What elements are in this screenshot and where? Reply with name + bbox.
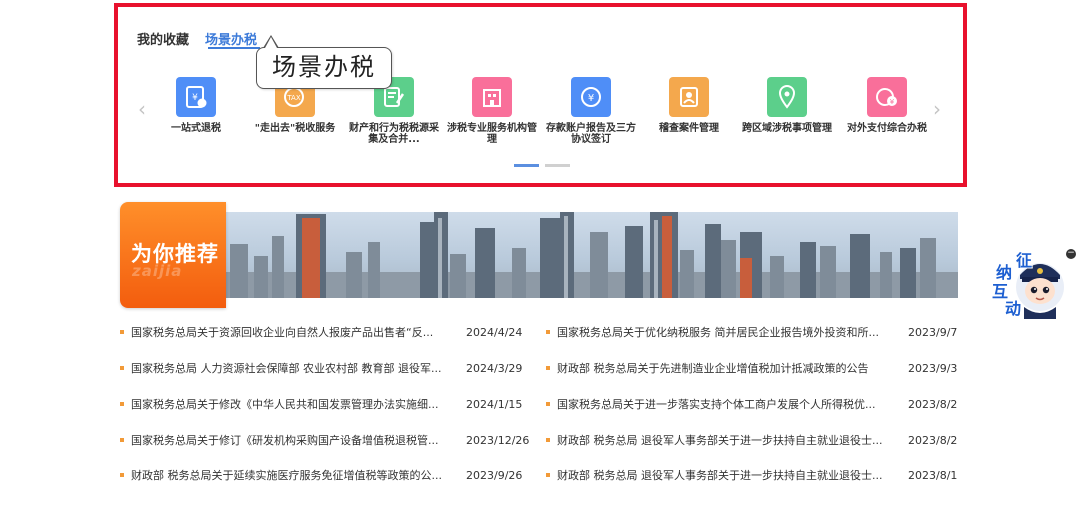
scene-item-label: 一站式退税 bbox=[171, 123, 221, 134]
news-date: 2023/9/7 bbox=[908, 326, 958, 339]
news-item[interactable]: 财政部 税务总局 退役军人事务部关于进一步扶持自主就业退役士... 2023/8/… bbox=[546, 432, 978, 450]
scene-item-8[interactable]: ¥ 对外支付综合办税 bbox=[835, 77, 939, 134]
scene-tax-panel: 我的收藏 场景办税 ‹ › ¥ 一站式退税 TAX "走出去"税收服务 财产和行为税税源… bbox=[114, 3, 967, 187]
carousel-dot-2[interactable] bbox=[545, 164, 570, 167]
case-management-icon bbox=[669, 77, 709, 117]
interaction-widget[interactable]: 征 纳 互 动 bbox=[992, 247, 1068, 319]
bullet-icon bbox=[546, 366, 550, 370]
news-date: 2024/3/29 bbox=[466, 362, 523, 375]
news-title[interactable]: 国家税务总局关于优化纳税服务 简并居民企业报告境外投资和所... bbox=[557, 324, 895, 341]
news-item[interactable]: 国家税务总局关于资源回收企业向自然人报废产品出售者“反... 2024/4/24 bbox=[120, 324, 536, 342]
tooltip-tail bbox=[263, 35, 279, 48]
news-item[interactable]: 财政部 税务总局 退役军人事务部关于进一步扶持自主就业退役士... 2023/8/… bbox=[546, 467, 978, 485]
widget-char-dong: 动 bbox=[1005, 299, 1022, 318]
news-title[interactable]: 财政部 税务总局关于先进制造业企业增值税加计抵减政策的公告 bbox=[557, 360, 895, 377]
tax-refund-icon: ¥ bbox=[176, 77, 216, 117]
news-title[interactable]: 国家税务总局关于资源回收企业向自然人报废产品出售者“反... bbox=[131, 324, 451, 341]
news-date: 2023/8/1 bbox=[908, 469, 958, 482]
tab-scene-tax[interactable]: 场景办税 bbox=[205, 29, 257, 48]
scene-item-5[interactable]: ¥ 存款账户报告及三方协议签订 bbox=[539, 77, 643, 145]
bullet-icon bbox=[546, 438, 550, 442]
news-date: 2024/1/15 bbox=[466, 398, 523, 411]
news-title[interactable]: 国家税务总局 人力资源社会保障部 农业农村部 教育部 退役军... bbox=[131, 360, 451, 377]
city-skyline-illustration bbox=[120, 212, 958, 298]
news-item[interactable]: 国家税务总局 人力资源社会保障部 农业农村部 教育部 退役军... 2024/3/… bbox=[120, 360, 536, 378]
news-title[interactable]: 财政部 税务总局 退役军人事务部关于进一步扶持自主就业退役士... bbox=[557, 432, 895, 449]
news-item[interactable]: 国家税务总局关于优化纳税服务 简并居民企业报告境外投资和所... 2023/9/7 bbox=[546, 324, 978, 342]
bullet-icon bbox=[546, 330, 550, 334]
news-date: 2023/9/3 bbox=[908, 362, 958, 375]
news-title[interactable]: 财政部 税务总局关于延续实施医疗服务免征增值税等政策的公... bbox=[131, 467, 451, 484]
svg-text:¥: ¥ bbox=[588, 93, 594, 104]
bullet-icon bbox=[120, 330, 124, 334]
active-tab-underline bbox=[208, 47, 260, 49]
building-icon bbox=[472, 77, 512, 117]
bullet-icon bbox=[120, 438, 124, 442]
scene-item-6[interactable]: 稽查案件管理 bbox=[637, 77, 741, 134]
widget-char-zheng: 征 bbox=[1016, 251, 1033, 270]
news-title[interactable]: 国家税务总局关于修订《研发机构采购国产设备增值税退税管... bbox=[131, 432, 451, 449]
location-icon bbox=[767, 77, 807, 117]
scene-item-label: "走出去"税收服务 bbox=[254, 123, 336, 134]
scene-item-label: 财产和行为税税源采集及合并... bbox=[349, 123, 439, 145]
news-date: 2024/4/24 bbox=[466, 326, 523, 339]
bullet-icon bbox=[120, 366, 124, 370]
news-date: 2023/9/26 bbox=[466, 469, 523, 482]
svg-text:TAX: TAX bbox=[286, 94, 301, 102]
news-item[interactable]: 财政部 税务总局关于先进制造业企业增值税加计抵减政策的公告 2023/9/3 bbox=[546, 360, 978, 378]
news-item[interactable]: 国家税务总局关于进一步落实支持个体工商户发展个人所得税优... 2023/8/2 bbox=[546, 396, 978, 414]
deposit-account-icon: ¥ bbox=[571, 77, 611, 117]
scene-item-label: 存款账户报告及三方协议签订 bbox=[546, 123, 636, 145]
news-title[interactable]: 国家税务总局关于修改《中华人民共和国发票管理办法实施细... bbox=[131, 396, 451, 413]
scene-item-label: 涉税专业服务机构管理 bbox=[447, 123, 537, 145]
bullet-icon bbox=[546, 473, 550, 477]
news-date: 2023/8/2 bbox=[908, 434, 958, 447]
bullet-icon bbox=[546, 402, 550, 406]
scene-item-7[interactable]: 跨区域涉税事项管理 bbox=[735, 77, 839, 134]
tooltip-text: 场景办税 bbox=[272, 53, 376, 81]
bullet-icon bbox=[120, 402, 124, 406]
scene-item-label: 稽查案件管理 bbox=[659, 123, 719, 134]
recommend-watermark: zaijia bbox=[132, 262, 183, 280]
foreign-payment-icon: ¥ bbox=[867, 77, 907, 117]
news-title[interactable]: 财政部 税务总局 退役军人事务部关于进一步扶持自主就业退役士... bbox=[557, 467, 895, 484]
svg-text:¥: ¥ bbox=[890, 98, 895, 106]
scene-item-4[interactable]: 涉税专业服务机构管理 bbox=[440, 77, 544, 145]
recommend-banner-image[interactable] bbox=[120, 212, 958, 298]
news-item[interactable]: 国家税务总局关于修改《中华人民共和国发票管理办法实施细... 2024/1/15 bbox=[120, 396, 536, 414]
news-date: 2023/8/2 bbox=[908, 398, 958, 411]
news-title[interactable]: 国家税务总局关于进一步落实支持个体工商户发展个人所得税优... bbox=[557, 396, 895, 413]
scene-item-1[interactable]: ¥ 一站式退税 bbox=[144, 77, 248, 134]
news-item[interactable]: 财政部 税务总局关于延续实施医疗服务免征增值税等政策的公... 2023/9/26 bbox=[120, 467, 536, 485]
carousel-dot-1[interactable] bbox=[514, 164, 539, 167]
news-date: 2023/12/26 bbox=[466, 434, 530, 447]
svg-text:¥: ¥ bbox=[192, 93, 198, 103]
widget-close-button[interactable]: − bbox=[1066, 249, 1076, 259]
news-item[interactable]: 国家税务总局关于修订《研发机构采购国产设备增值税退税管... 2023/12/26 bbox=[120, 432, 536, 450]
tooltip-callout: 场景办税 bbox=[256, 35, 392, 89]
bullet-icon bbox=[120, 473, 124, 477]
tab-my-favorites[interactable]: 我的收藏 bbox=[137, 29, 189, 48]
scene-item-label: 跨区域涉税事项管理 bbox=[742, 123, 832, 134]
scene-item-label: 对外支付综合办税 bbox=[847, 123, 927, 134]
